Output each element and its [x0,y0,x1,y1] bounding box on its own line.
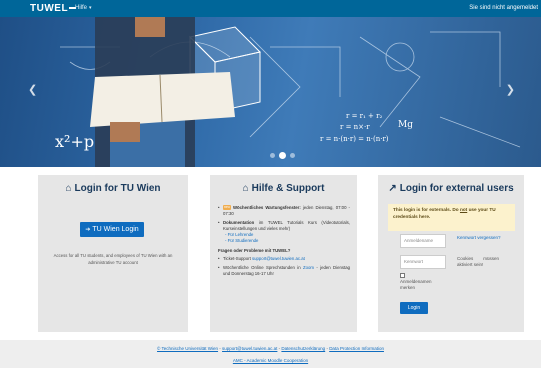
caret-down-icon: ▾ [89,5,92,11]
hero-carousel: r = r₁ + r₂ r = n×·r Mg r = n·(n·r) = n·… [0,17,541,167]
home-icon: ⌂ [65,183,72,194]
hero-formula-1: r = r₁ + r₂ [346,112,382,120]
externals-notice: This login is for externals. Do not use … [388,204,515,231]
new-badge: neu [223,205,231,211]
consultation-item: Wöchentliche Online Sprechstunden in Zoo… [218,265,350,277]
home-icon: ⌂ [242,183,249,194]
support-email-link[interactable]: support@tuwel.tuwien.ac.at [222,346,277,351]
footer: © Technische Universität Wien - support@… [0,340,541,368]
hero-image: r = r₁ + r₂ r = n×·r Mg r = n·(n·r) = n·… [55,17,521,167]
carousel-dot[interactable] [270,153,275,158]
carousel-dot-active[interactable] [279,152,286,159]
external-link-icon: ↗ [388,183,397,194]
hero-formula-2: r = n×·r [340,123,370,131]
tu-login-panel: ⌂ Login for TU Wien ➔ TU Wien Login Access… [38,175,188,332]
external-login-title: ↗ Login for external users [388,183,514,194]
privacy-link[interactable]: Datenschutzerklärung [281,346,325,351]
ticket-email-link[interactable]: support@tuwel.tuwien.ac.at [252,256,305,261]
password-field[interactable]: Kennwort [400,255,446,269]
chevron-right-icon[interactable]: ❯ [506,83,515,96]
login-button[interactable]: Login [400,302,428,314]
amc-link[interactable]: AMC - Academic Moodle Cooperation [233,358,308,363]
support-title: ⌂ Hilfe & Support [242,183,325,194]
hero-formula-3: Mg [398,120,413,130]
zoom-link[interactable]: Zoom [303,265,314,270]
help-menu[interactable]: Hilfe ▾ [75,5,92,11]
username-field[interactable]: Anmeldename [400,234,446,248]
login-status: Sie sind nicht angemeldet [469,5,538,11]
support-maintenance-item: neu Wöchentliches Wartungsfenster: jeden… [218,205,350,217]
footer-links: © Technische Universität Wien - support@… [157,346,384,351]
docs-students-link[interactable]: - Für Studierende [223,238,350,244]
ticket-support-item: Ticket-Support support@tuwel.tuwien.ac.a… [218,256,350,262]
remember-username: Anmeldenamen merken [400,273,446,291]
tuwel-logo[interactable]: TUWEL [30,3,77,14]
tu-wien-login-button[interactable]: ➔ TU Wien Login [80,222,144,237]
support-panel: ⌂Hilfe & Support neu Wöchentliches Wartu… [210,175,357,332]
hero-formula-5: x²+p [55,132,94,151]
top-navbar: TUWEL Hilfe ▾ Sie sind nicht angemeldet [0,0,541,17]
carousel-indicators [270,152,295,159]
forgot-password-link[interactable]: Kennwort vergessen? [457,235,501,241]
carousel-dot[interactable] [290,153,295,158]
external-login-panel: ↗ Login for external users This login is … [378,175,524,332]
support-content: neu Wöchentliches Wartungsfenster: jeden… [218,205,350,280]
footer-amc: AMC - Academic Moodle Cooperation [0,358,541,363]
remember-username-checkbox[interactable] [400,273,405,278]
support-docs-item: Dokumentation im TUWEL Tutorials Kurs (V… [218,220,350,244]
data-protection-link[interactable]: Data Protection Information [329,346,384,351]
questions-title: Fragen oder Probleme mit TUWEL? [218,248,291,253]
sign-in-icon: ➔ [85,227,91,233]
tu-wien-link[interactable]: © Technische Universität Wien [157,346,218,351]
cookies-note: Cookies müssen aktiviert sein! [457,256,499,267]
hero-formula-4: r = n·(n·r) = n·(n·r) [320,135,389,143]
chevron-left-icon[interactable]: ❮ [28,83,37,96]
tu-login-title: ⌂ Login for TU Wien [65,183,161,194]
help-menu-label: Hilfe [75,5,88,11]
tu-login-description: Access for all TU students, and employee… [53,253,173,265]
